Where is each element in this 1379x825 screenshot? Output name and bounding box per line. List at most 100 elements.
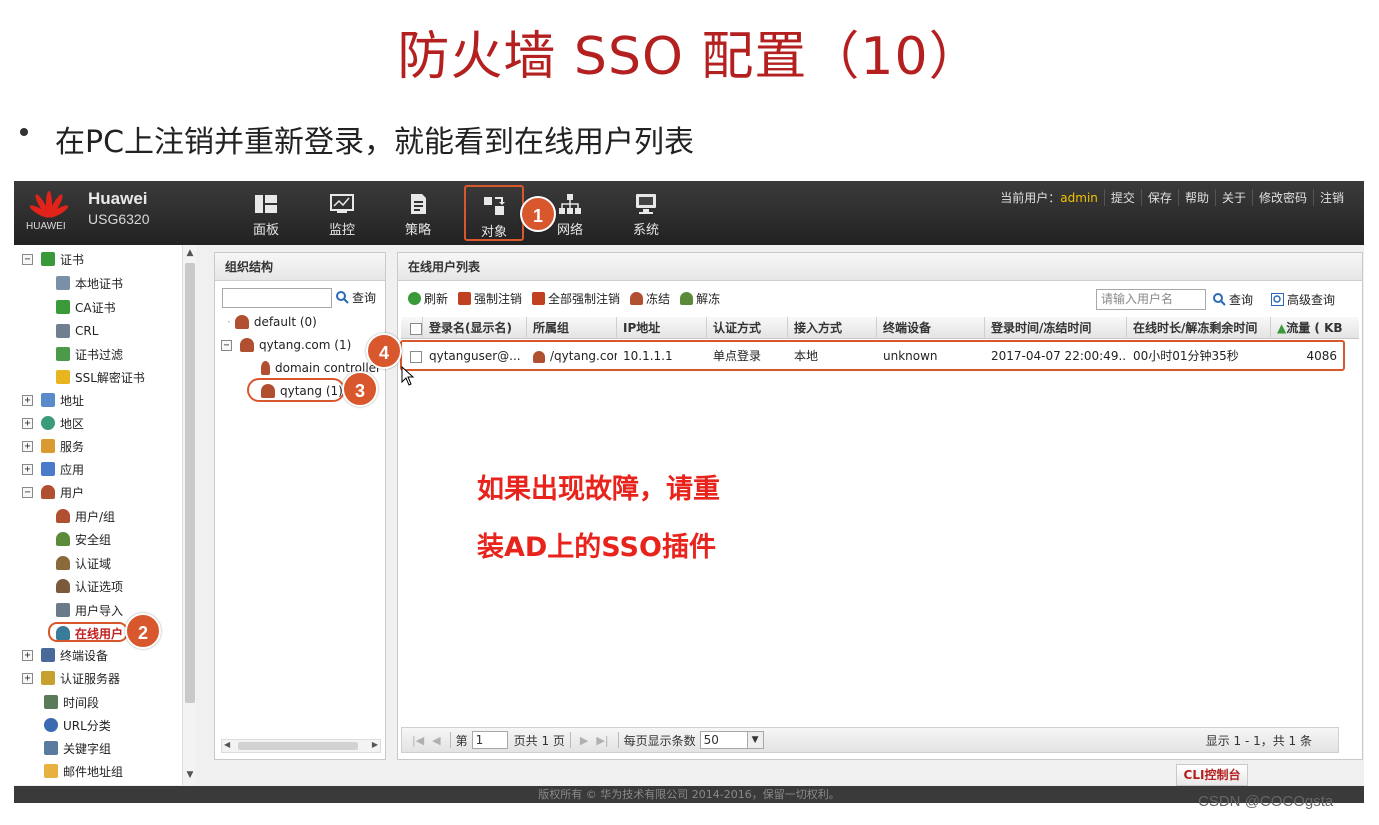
refresh-button[interactable]: 刷新 [408,290,448,307]
col-auth[interactable]: 认证方式 [707,317,788,339]
tree-item-label: 在线用户 [75,626,124,641]
advanced-search-label: 高级查询 [1287,293,1336,307]
collapse-icon[interactable]: − [221,339,232,351]
col-access[interactable]: 接入方式 [788,317,877,339]
tree-item-online-user[interactable]: 在线用户 [56,622,123,644]
collapse-icon[interactable]: − [22,486,33,498]
advanced-search-button[interactable]: 高级查询 [1271,291,1335,308]
nav-policy[interactable]: 策略 [388,185,448,241]
about-link[interactable]: 关于 [1216,189,1253,206]
tree-item-auth-domain[interactable]: 认证域 [56,552,111,574]
tree-item-auth-options[interactable]: 认证选项 [56,575,123,597]
submit-link[interactable]: 提交 [1105,189,1142,206]
nav-dashboard[interactable]: 面板 [236,185,296,241]
cli-console-tab[interactable]: CLI控制台 [1176,764,1248,786]
scroll-down-icon[interactable]: ▼ [185,769,195,781]
nav-monitor[interactable]: 监控 [312,185,372,241]
tree-item-user-import[interactable]: 用户导入 [56,599,123,621]
auth-options-icon [56,579,70,593]
org-horizontal-scrollbar[interactable]: ◀ ▶ [221,739,381,753]
col-login[interactable]: 登录名(显示名) [423,317,527,339]
per-page-select[interactable]: 50 ▼ [699,731,764,749]
expand-icon[interactable]: + [22,672,33,684]
search-icon [336,291,349,304]
page-number-input[interactable]: 1 [471,731,508,749]
next-page-icon[interactable]: ▶ [580,734,588,747]
expand-icon[interactable]: + [22,440,33,452]
expand-icon[interactable]: + [22,463,33,475]
help-link[interactable]: 帮助 [1179,189,1216,206]
prev-page-icon[interactable]: ◀ [432,734,440,747]
tree-item-local-certificate[interactable]: 本地证书 [56,272,123,294]
scrollbar-thumb[interactable] [185,263,195,703]
col-device[interactable]: 终端设备 [877,317,985,339]
unfreeze-button[interactable]: 解冻 [680,290,720,307]
nav-network-label: 网络 [556,223,583,238]
tree-item-mail-address-group[interactable]: 邮件地址组 [44,760,123,782]
tree-item-certificate[interactable]: − 证书 [22,248,84,270]
per-page-label: 每页显示条数 [623,733,696,748]
sort-up-icon: ▲ [1277,321,1287,335]
username-search-button[interactable]: 查询 [1213,291,1253,308]
col-traffic-label: 流量 ( KB [1286,321,1343,335]
scroll-right-icon[interactable]: ▶ [372,740,378,749]
tree-item-security-group[interactable]: 安全组 [56,528,111,550]
url-category-icon [44,718,58,732]
crl-icon [56,324,70,338]
username-search-input[interactable]: 请输入用户名 [1096,289,1206,310]
org-item-default[interactable]: · default (0) [227,312,317,332]
scroll-left-icon[interactable]: ◀ [224,740,230,749]
tree-item-label: 关键字组 [63,741,112,756]
scrollbar-thumb[interactable] [238,742,358,750]
select-all-checkbox[interactable] [410,322,422,335]
save-link[interactable]: 保存 [1142,189,1179,206]
tree-item-label: 认证域 [75,556,112,571]
col-login-time[interactable]: 登录时间/冻结时间 [985,317,1127,339]
nav-system[interactable]: 系统 [616,185,676,241]
org-search-button[interactable]: 查询 [336,289,376,306]
change-password-link[interactable]: 修改密码 [1253,189,1314,206]
tree-item-terminal-device[interactable]: + 终端设备 [22,644,108,666]
copyright-footer: 版权所有 © 华为技术有限公司 2014-2016，保留一切权利。 [14,786,1364,803]
chevron-down-icon[interactable]: ▼ [746,732,763,748]
tree-item-auth-server[interactable]: + 认证服务器 [22,667,120,689]
org-item-qytang[interactable]: qytang (1) [261,381,343,401]
tree-item-region[interactable]: + 地区 [22,412,84,434]
tree-item-user[interactable]: − 用户 [22,481,84,503]
nav-object[interactable]: 对象 [464,185,524,241]
tree-item-application[interactable]: + 应用 [22,458,84,480]
tree-item-keyword-group[interactable]: 关键字组 [44,737,111,759]
tree-item-ca-certificate[interactable]: CA证书 [56,296,116,318]
org-search-input[interactable] [222,288,332,308]
expand-icon[interactable]: + [22,649,33,661]
security-group-icon [56,532,70,546]
group-icon [234,315,249,329]
logout-link[interactable]: 注销 [1314,189,1350,206]
tree-item-ssl-decrypt-certificate[interactable]: SSL解密证书 [56,366,145,388]
force-logout-all-button[interactable]: 全部强制注销 [532,290,620,307]
tree-item-address[interactable]: + 地址 [22,389,84,411]
scroll-up-icon[interactable]: ▲ [185,247,195,259]
select-all-cell[interactable] [401,317,423,339]
collapse-icon[interactable]: − [22,253,33,265]
tree-item-certificate-filter[interactable]: 证书过滤 [56,343,123,365]
org-item-qytang-com[interactable]: − qytang.com (1) [221,335,351,355]
tree-item-service[interactable]: + 服务 [22,435,84,457]
freeze-button[interactable]: 冻结 [630,290,670,307]
tree-item-user-group[interactable]: 用户/组 [56,505,115,527]
first-page-icon[interactable]: |◀ [412,734,424,747]
force-logout-button[interactable]: 强制注销 [458,290,522,307]
col-ip[interactable]: IP地址 [617,317,707,339]
tree-item-label: 证书过滤 [75,347,124,362]
col-online-duration[interactable]: 在线时长/解冻剩余时间 [1127,317,1271,339]
tree-item-crl[interactable]: CRL [56,320,98,342]
expand-icon[interactable]: + [22,394,33,406]
col-group[interactable]: 所属组 [527,317,617,339]
tree-item-url-category[interactable]: URL分类 [44,714,111,736]
col-traffic[interactable]: ▲流量 ( KB [1271,317,1351,339]
tree-item-time-range[interactable]: 时间段 [44,691,99,713]
last-page-icon[interactable]: ▶| [596,734,608,747]
monitor-icon [330,194,354,213]
expand-icon[interactable]: + [22,417,33,429]
tree-scrollbar[interactable]: ▲ ▼ [182,245,196,785]
